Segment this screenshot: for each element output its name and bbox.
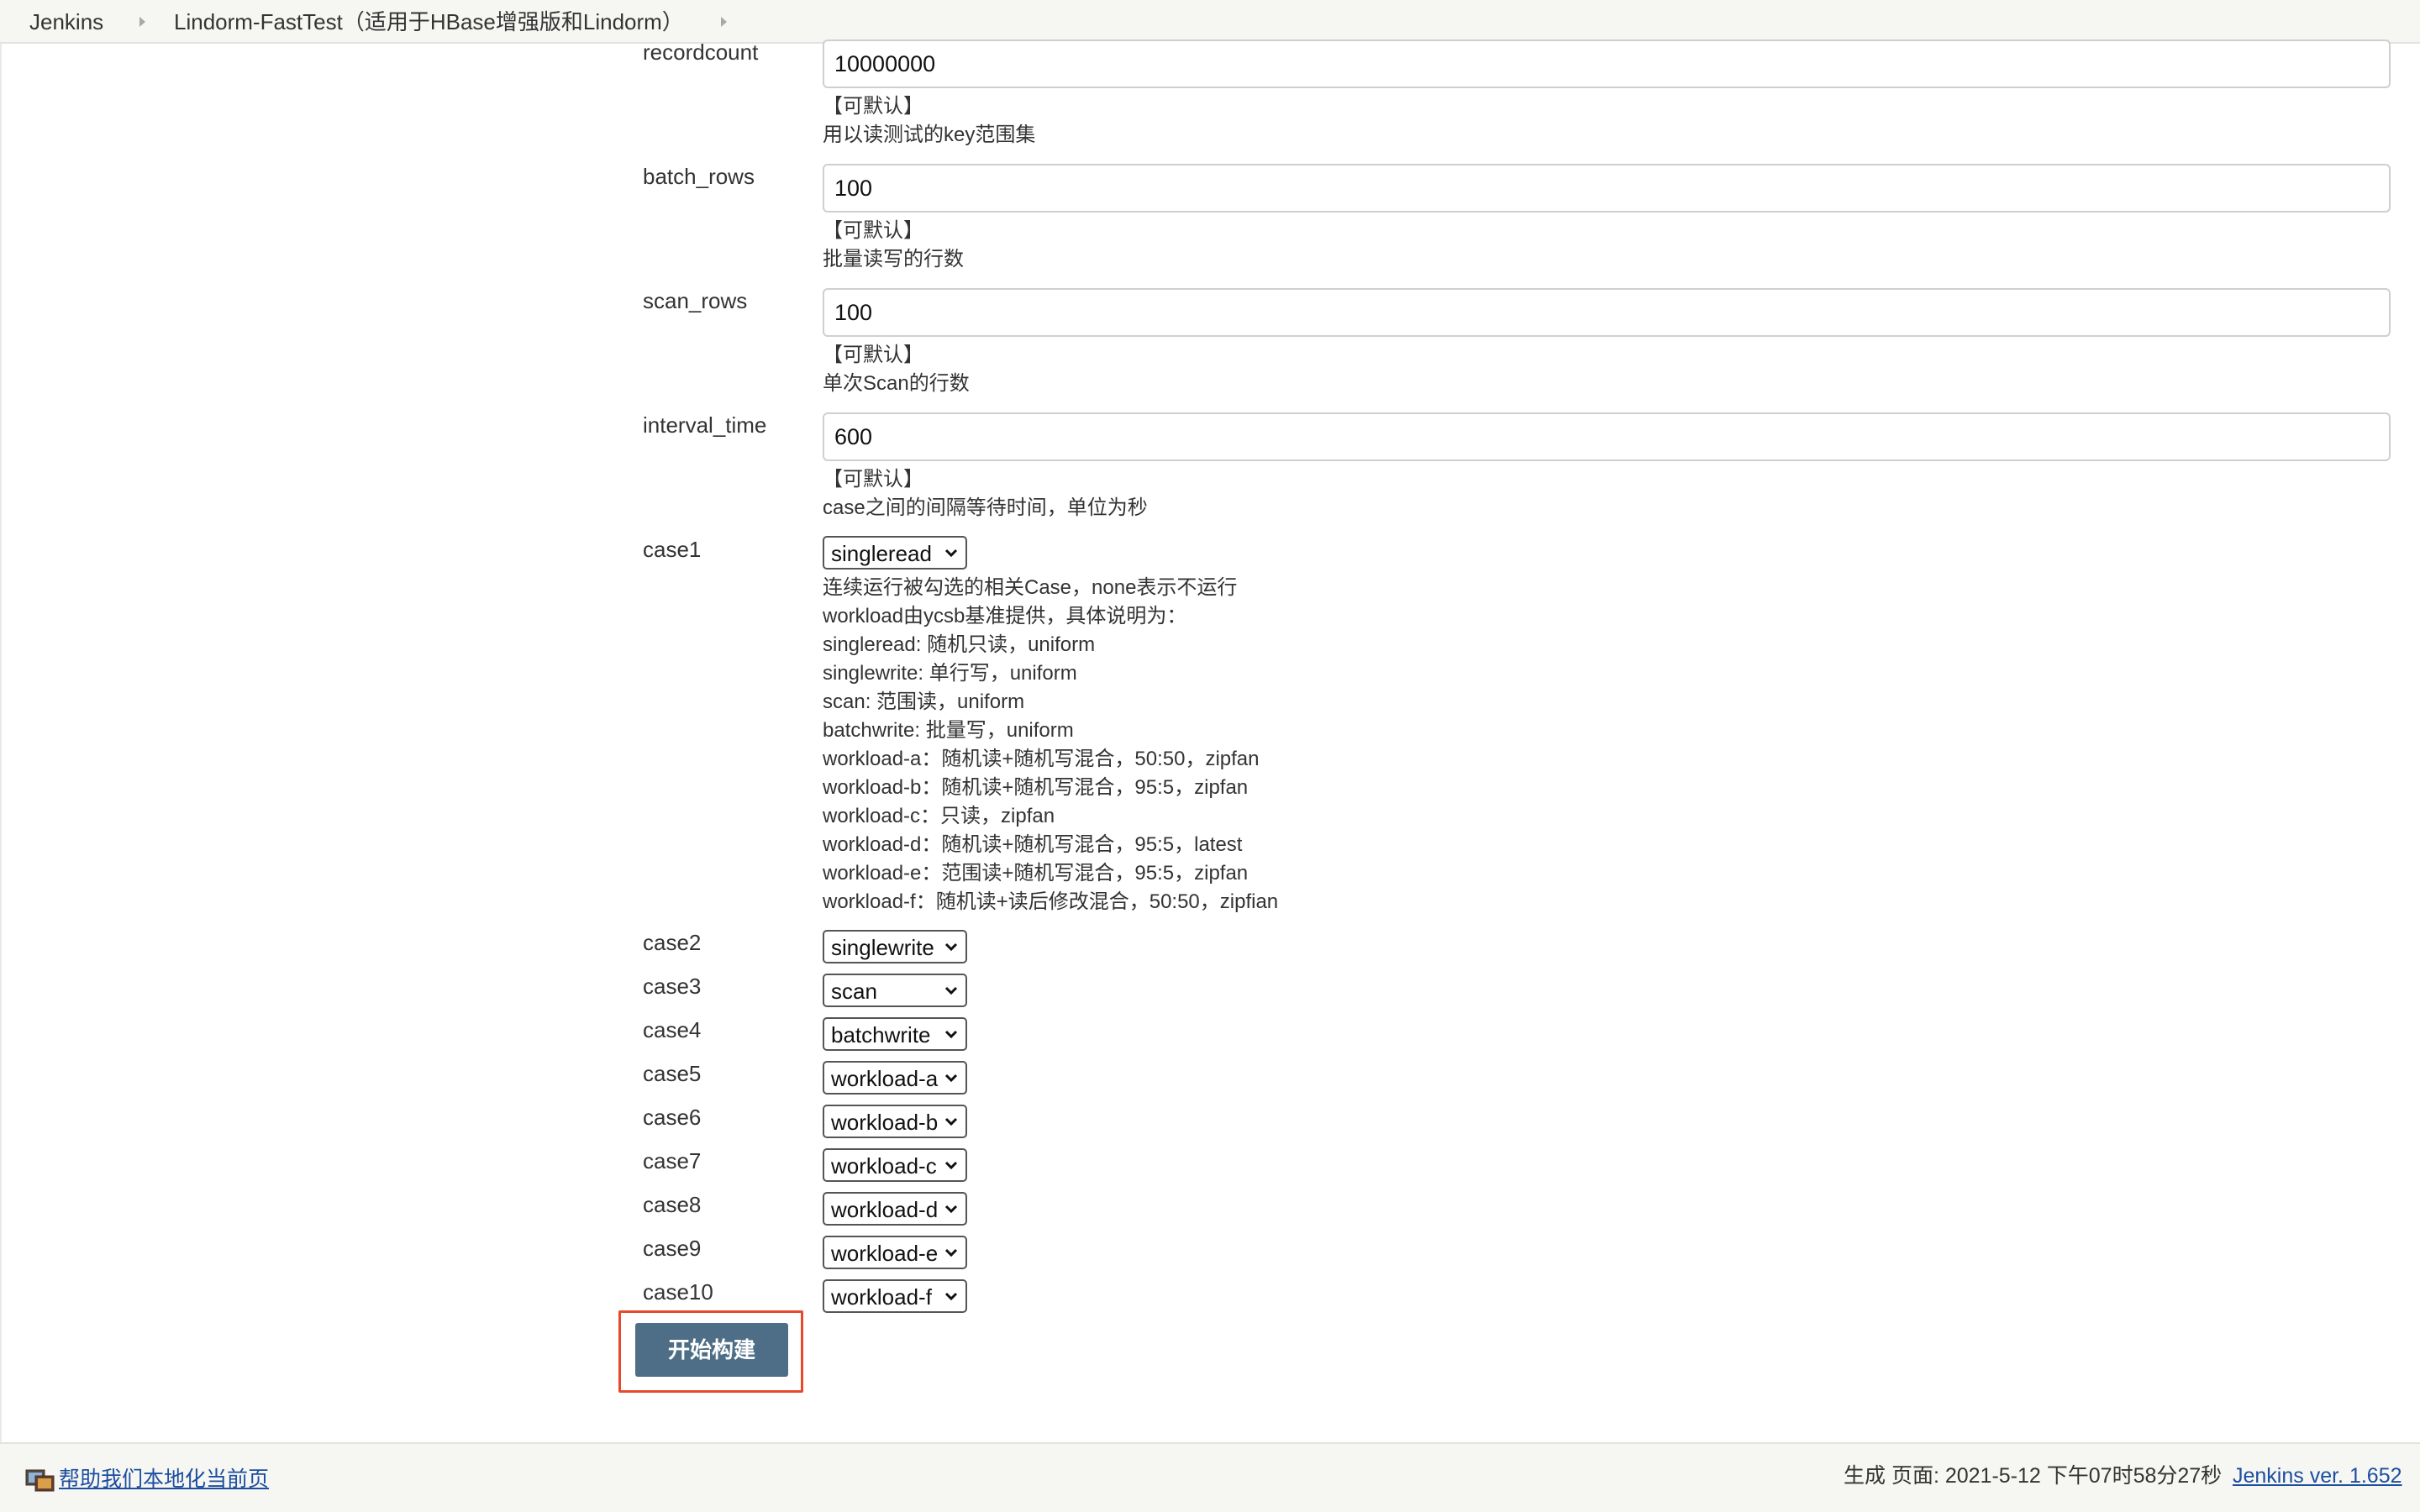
case5-select[interactable]: workload-a — [823, 1061, 967, 1095]
select-value: singlewrite — [831, 935, 934, 960]
case-help-line: 连续运行被勾选的相关Case，none表示不运行 — [823, 576, 1238, 599]
case-label: case7 — [643, 1148, 702, 1173]
case6-select[interactable]: workload-b — [823, 1105, 967, 1138]
case-help-line: workload-e：范围读+随机写混合，95:5，zipfan — [823, 862, 1249, 885]
case9-select[interactable]: workload-e — [823, 1236, 967, 1269]
param-default-note: 【可默认】 — [823, 95, 923, 118]
chevron-down-icon — [944, 1292, 958, 1301]
recordcount-input[interactable] — [823, 39, 2391, 88]
case-label: case9 — [643, 1236, 702, 1261]
select-value: workload-f — [831, 1284, 932, 1310]
case-help-line: workload由ycsb基准提供，具体说明为： — [823, 605, 1187, 627]
select-value: scan — [831, 979, 877, 1004]
chevron-down-icon — [944, 1074, 958, 1083]
case-help-line: workload-c：只读，zipfan — [823, 805, 1055, 827]
param-description: case之间的间隔等待时间，单位为秒 — [823, 496, 1148, 519]
select-value: workload-d — [831, 1197, 939, 1222]
param-description: 用以读测试的key范围集 — [823, 123, 1036, 146]
case-help-line: singleread: 随机只读，uniform — [823, 633, 1096, 656]
case-label: case6 — [643, 1105, 702, 1130]
chevron-down-icon — [944, 942, 958, 952]
chevron-down-icon — [944, 986, 958, 995]
select-value: workload-e — [831, 1241, 939, 1266]
select-value: workload-a — [831, 1066, 939, 1091]
scan-rows-input[interactable] — [823, 288, 2391, 337]
localize-icon[interactable] — [25, 1467, 55, 1493]
case-help-line: batchwrite: 批量写，uniform — [823, 719, 1074, 742]
param-label: recordcount — [643, 39, 759, 65]
breadcrumb-jenkins[interactable]: Jenkins — [29, 8, 103, 35]
case3-select[interactable]: scan — [823, 974, 967, 1007]
breadcrumb-bar: Jenkins Lindorm-FastTest（适用于HBase增强版和Lin… — [0, 0, 2420, 44]
case-label: case8 — [643, 1192, 702, 1217]
case8-select[interactable]: workload-d — [823, 1192, 967, 1226]
case-help-line: workload-a：随机读+随机写混合，50:50，zipfan — [823, 748, 1260, 770]
case-help-line: workload-d：随机读+随机写混合，95:5，latest — [823, 833, 1243, 856]
case7-select[interactable]: workload-c — [823, 1148, 967, 1182]
chevron-down-icon — [944, 1117, 958, 1126]
chevron-down-icon — [944, 1205, 958, 1214]
case4-select[interactable]: batchwrite — [823, 1017, 967, 1051]
interval-time-input[interactable] — [823, 412, 2391, 461]
case-label: case3 — [643, 974, 702, 999]
case10-select[interactable]: workload-f — [823, 1279, 967, 1313]
start-build-button[interactable]: 开始构建 — [635, 1323, 788, 1377]
param-description: 批量读写的行数 — [823, 248, 964, 270]
param-label: scan_rows — [643, 288, 748, 313]
case-help-line: workload-f：随机读+读后修改混合，50:50，zipfian — [823, 890, 1279, 913]
generated-timestamp: 生成 页面: 2021-5-12 下午07时58分27秒 — [1844, 1464, 2223, 1488]
chevron-down-icon — [944, 549, 958, 558]
param-default-note: 【可默认】 — [823, 219, 923, 242]
jenkins-version-link[interactable]: Jenkins ver. 1.652 — [2233, 1462, 2402, 1489]
breadcrumb-job[interactable]: Lindorm-FastTest（适用于HBase增强版和Lindorm） — [174, 8, 684, 35]
localize-link[interactable]: 帮助我们本地化当前页 — [59, 1466, 269, 1493]
chevron-down-icon — [944, 1248, 958, 1257]
case-label: case1 — [643, 537, 702, 562]
page-left-border — [0, 44, 2, 1442]
param-label: batch_rows — [643, 164, 755, 189]
case-label: case10 — [643, 1279, 713, 1305]
select-value: workload-b — [831, 1110, 939, 1135]
param-default-note: 【可默认】 — [823, 468, 923, 491]
param-description: 单次Scan的行数 — [823, 372, 970, 395]
breadcrumb-separator-icon[interactable] — [139, 17, 145, 27]
param-label: interval_time — [643, 412, 767, 438]
case-label: case4 — [643, 1017, 702, 1042]
batch-rows-input[interactable] — [823, 164, 2391, 213]
select-value: batchwrite — [831, 1022, 931, 1047]
param-default-note: 【可默认】 — [823, 344, 923, 366]
case-help-line: singlewrite: 单行写，uniform — [823, 662, 1077, 685]
case-label: case5 — [643, 1061, 702, 1086]
case-label: case2 — [643, 930, 702, 955]
select-value: workload-c — [831, 1153, 937, 1179]
case-help-line: workload-b：随机读+随机写混合，95:5，zipfan — [823, 776, 1249, 799]
case1-select[interactable]: singleread — [823, 536, 967, 570]
chevron-down-icon — [944, 1030, 958, 1039]
breadcrumb-separator-icon[interactable] — [721, 17, 727, 27]
select-value: singleread — [831, 541, 932, 566]
footer: 帮助我们本地化当前页 生成 页面: 2021-5-12 下午07时58分27秒 … — [0, 1442, 2420, 1512]
case2-select[interactable]: singlewrite — [823, 930, 967, 963]
chevron-down-icon — [944, 1161, 958, 1170]
case-help-line: scan: 范围读，uniform — [823, 690, 1025, 713]
